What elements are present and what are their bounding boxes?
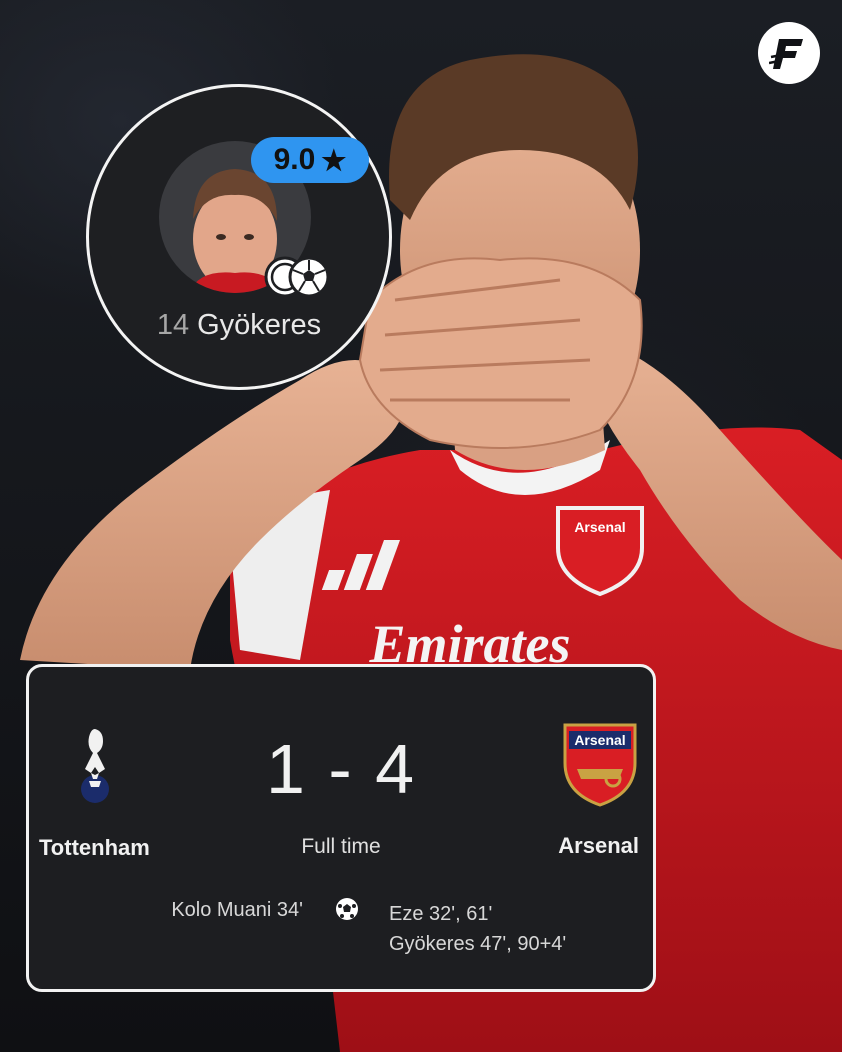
player-name: Gyökeres	[197, 309, 322, 341]
away-scorer: Eze 32', 61'	[389, 903, 493, 925]
home-scorers: Kolo Muani 34'	[171, 899, 303, 922]
rating-value: 9.0	[273, 143, 316, 176]
two-goals-icon	[264, 256, 330, 298]
arsenal-crest-icon: Arsenal	[563, 723, 637, 807]
match-score-card: 1 - 4 Arsenal Tottenham Full time Arsena…	[26, 664, 656, 992]
away-scorers: Eze 32', 61' Gyökeres 47', 90+4'	[389, 899, 566, 959]
svg-text:Arsenal: Arsenal	[574, 519, 625, 535]
shirt-number: 14	[156, 309, 190, 341]
brand-logo	[758, 22, 820, 84]
player-rating-card: 9.0 ★ 14 Gyökeres	[86, 84, 392, 390]
away-scorer: Gyökeres 47', 90+4'	[389, 933, 567, 955]
home-scorer: Kolo Muani 34'	[171, 899, 303, 921]
football-icon	[336, 898, 358, 920]
player-label: 14 Gyökeres	[89, 309, 389, 342]
f-brand-logo-icon	[769, 39, 803, 69]
svg-text:Arsenal: Arsenal	[574, 732, 625, 748]
star-icon: ★	[321, 144, 347, 176]
away-team-name: Arsenal	[558, 833, 639, 858]
rating-badge: 9.0 ★	[251, 137, 369, 183]
final-score: 1 - 4	[265, 730, 417, 808]
